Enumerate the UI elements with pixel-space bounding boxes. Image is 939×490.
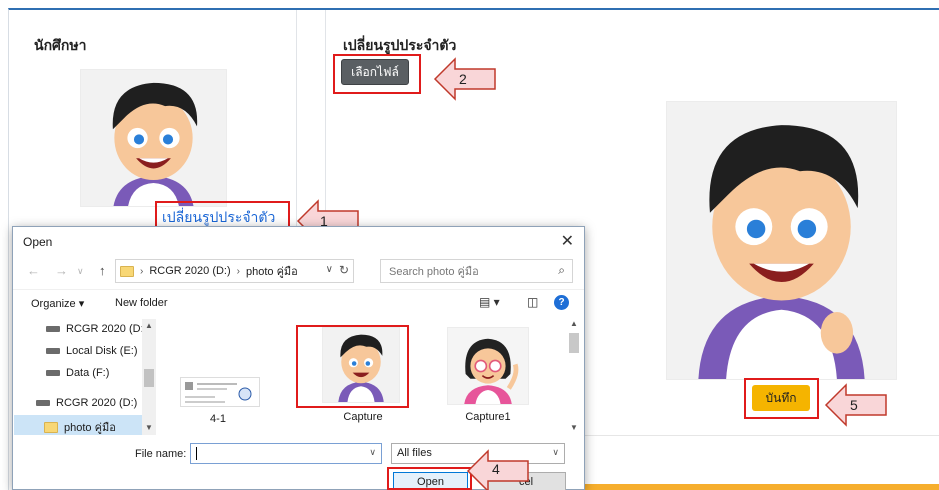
chevron-right-icon: › xyxy=(140,265,144,277)
search-placeholder: Search photo คู่มือ xyxy=(389,266,479,278)
document-thumbnail xyxy=(180,377,260,407)
folder-icon xyxy=(44,421,58,433)
file-name: 4-1 xyxy=(210,413,226,425)
nav-item[interactable]: Data (F:) xyxy=(46,367,109,379)
drive-icon xyxy=(36,400,50,406)
dropdown-icon[interactable]: ∨ xyxy=(326,264,333,275)
callout-2: 2 xyxy=(433,57,497,101)
file-item[interactable]: 4-1 xyxy=(172,357,264,427)
navigation-pane: RCGR 2020 (D:) Local Disk (E:) Data (F:)… xyxy=(14,319,157,435)
callout-5: 5 xyxy=(824,383,888,427)
refresh-icon[interactable]: ↻ xyxy=(339,263,349,277)
file-list-scrollbar[interactable]: ▲ ▼ xyxy=(566,319,583,435)
dialog-title: Open xyxy=(23,235,53,249)
nav-item-label: Data (F:) xyxy=(66,367,110,379)
image-thumbnail xyxy=(447,327,529,405)
address-bar[interactable]: › RCGR 2020 (D:) › photo คู่มือ ∨ ↻ xyxy=(115,259,354,283)
nav-item-label: RCGR 2020 (D:) xyxy=(56,397,138,409)
chevron-right-icon: › xyxy=(236,265,240,277)
current-avatar xyxy=(80,69,227,207)
back-icon[interactable]: ← xyxy=(27,263,40,278)
scroll-down-icon[interactable]: ▼ xyxy=(570,423,578,432)
file-name-input[interactable]: ∨ xyxy=(190,443,382,464)
nav-item[interactable]: RCGR 2020 (D:) xyxy=(46,323,147,335)
up-icon[interactable]: ↑ xyxy=(99,263,106,278)
dropdown-icon[interactable]: ∨ xyxy=(369,447,376,458)
nav-item-selected[interactable]: photo คู่มือ xyxy=(44,418,116,436)
file-name: Capture xyxy=(343,411,383,423)
new-folder-button[interactable]: New folder xyxy=(115,297,168,309)
nav-item[interactable]: RCGR 2020 (D:) xyxy=(36,397,137,409)
scroll-thumb[interactable] xyxy=(144,369,154,387)
help-icon[interactable]: ? xyxy=(554,295,569,310)
callout-number: 4 xyxy=(492,461,500,477)
folder-icon xyxy=(120,265,134,277)
scroll-down-icon[interactable]: ▼ xyxy=(145,423,153,432)
file-name: Capture1 xyxy=(465,411,511,423)
file-name-label: File name: xyxy=(135,448,187,460)
drive-icon xyxy=(46,370,60,376)
text-caret xyxy=(196,447,197,460)
forward-icon[interactable]: → xyxy=(55,263,68,278)
nav-item-label: Local Disk (E:) xyxy=(66,345,138,357)
highlight-save xyxy=(744,378,819,419)
file-type-value: All files xyxy=(397,447,432,459)
page: นักศึกษา เปลี่ยนรูปประจำตัว เลือกไฟล์ เป… xyxy=(0,0,939,490)
recent-chevron-icon[interactable]: ∨ xyxy=(77,266,84,277)
view-options-icon[interactable]: ▤ ▾ xyxy=(479,295,500,309)
dialog-toolbar: Organize ▾ New folder ▤ ▾ ◫ ? xyxy=(13,289,584,315)
nav-item-label: RCGR 2020 (D:) xyxy=(66,323,148,335)
search-icon: ⌕ xyxy=(558,263,565,277)
new-avatar-preview xyxy=(666,101,897,380)
scroll-up-icon[interactable]: ▲ xyxy=(145,321,153,330)
path-segment[interactable]: RCGR 2020 (D:) xyxy=(149,265,230,277)
drive-icon xyxy=(46,348,60,354)
file-item[interactable]: Capture1 xyxy=(443,321,533,431)
student-heading: นักศึกษา xyxy=(34,37,87,53)
path-segment[interactable]: photo คู่มือ xyxy=(246,262,298,280)
scroll-up-icon[interactable]: ▲ xyxy=(570,319,578,328)
preview-pane-icon[interactable]: ◫ xyxy=(527,295,538,309)
callout-4: 4 xyxy=(466,449,530,490)
dropdown-icon: ∨ xyxy=(552,447,559,457)
close-icon[interactable]: ✕ xyxy=(561,231,574,251)
divider xyxy=(568,435,939,436)
callout-number: 2 xyxy=(459,71,467,87)
highlight-open-button xyxy=(387,467,472,490)
highlight-choose-file xyxy=(333,54,421,94)
nav-item[interactable]: Local Disk (E:) xyxy=(46,345,138,357)
footer-bar xyxy=(568,484,939,490)
nav-scrollbar[interactable]: ▲ ▼ xyxy=(142,319,156,435)
drive-icon xyxy=(46,326,60,332)
callout-number: 5 xyxy=(850,397,858,413)
nav-item-label: photo คู่มือ xyxy=(64,422,116,434)
scroll-thumb[interactable] xyxy=(569,333,579,353)
highlight-capture-file xyxy=(296,325,409,408)
search-input[interactable]: Search photo คู่มือ ⌕ xyxy=(380,259,573,283)
organize-button[interactable]: Organize ▾ xyxy=(31,297,84,310)
